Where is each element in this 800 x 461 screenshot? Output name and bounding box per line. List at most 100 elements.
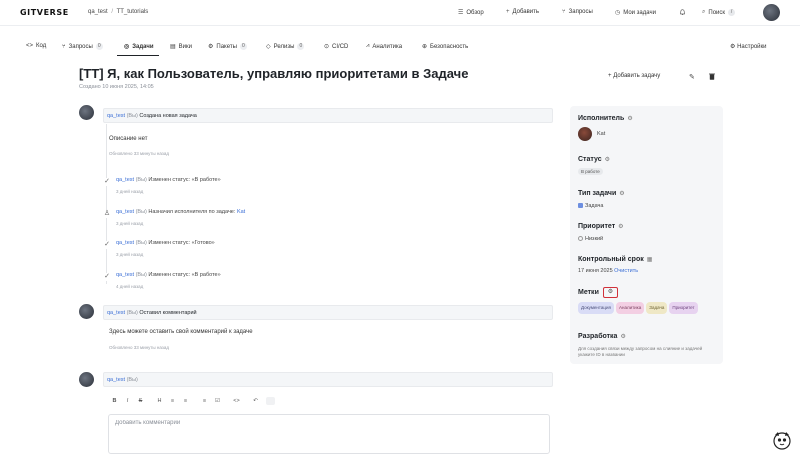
bell-icon <box>679 9 686 18</box>
tab-releases[interactable]: ◇ Релизы 0 <box>266 43 305 50</box>
nav-requests[interactable]: ⑂ Запросы <box>562 9 593 15</box>
nav-search[interactable]: ⌕ Поиск / <box>702 9 736 16</box>
assignee-value[interactable]: Kat <box>597 131 605 137</box>
event-time: 3 дней назад <box>116 221 144 226</box>
deadline-date[interactable]: 17 июня 2025 <box>578 268 613 274</box>
nav-add-label: Добавить <box>512 9 540 15</box>
checklist-button[interactable]: ☑ <box>211 398 224 404</box>
add-task-button[interactable]: + Добавить задачу <box>608 73 660 79</box>
check-icon: ✓ <box>103 178 111 186</box>
gear-icon[interactable]: ⚙ <box>605 157 610 163</box>
deadline-label-text: Контрольный срок <box>578 256 644 263</box>
italic-button[interactable]: I <box>121 398 134 404</box>
user-avatar[interactable] <box>763 4 780 21</box>
gear-icon[interactable]: ⚙ <box>618 224 623 230</box>
avatar[interactable] <box>79 105 94 120</box>
plus-icon: + <box>506 9 510 15</box>
comment-input[interactable] <box>115 420 535 426</box>
tab-analytics[interactable]: ⩘ Аналитика <box>366 43 402 50</box>
event-time: 3 дней назад <box>116 189 144 194</box>
heading-button[interactable]: H <box>153 398 166 404</box>
bold-button[interactable]: B <box>108 398 121 404</box>
gear-icon[interactable]: ⚙ <box>627 116 632 122</box>
tab-code[interactable]: <> Код <box>26 43 46 49</box>
comment-author-role: (Вы) <box>126 377 138 383</box>
avatar[interactable] <box>79 304 94 319</box>
status-value[interactable]: В работе <box>578 168 605 175</box>
priority-value[interactable]: Низкий <box>578 236 603 242</box>
priority-circle-icon <box>578 236 583 242</box>
settings-link[interactable]: ⚙ Настройки <box>730 43 766 50</box>
status-label-text: Статус <box>578 156 602 163</box>
tag-pill[interactable]: Документация <box>578 302 614 314</box>
edit-icon[interactable]: ✎ <box>689 73 695 81</box>
search-shortcut-badge: / <box>728 9 736 16</box>
gear-icon[interactable]: ⚙ <box>619 191 624 197</box>
assignee-avatar <box>578 127 592 141</box>
event-author[interactable]: qa_test <box>116 209 134 215</box>
timeline-event: qa_test (Вы) Изменен статус: «Готово» <box>116 240 215 246</box>
event-time: 4 дней назад <box>116 284 144 289</box>
deadline-value: 17 июня 2025 Очистить <box>578 268 638 274</box>
numbered-list-button[interactable]: ≡ <box>179 398 192 404</box>
tab-tasks[interactable]: ◎ Задачи <box>124 43 154 51</box>
avatar[interactable] <box>79 372 94 387</box>
breadcrumb-owner[interactable]: qa_test <box>88 9 108 15</box>
tab-packages-label: Пакеты <box>216 43 237 50</box>
tab-security-label: Безопасность <box>430 43 469 50</box>
tab-cicd[interactable]: ⊙ CI/CD <box>324 43 348 51</box>
pull-request-icon: ⑂ <box>562 9 566 15</box>
event-author-role: (Вы) <box>135 177 147 183</box>
nav-requests-label: Запросы <box>568 9 593 15</box>
tags-label-text: Метки <box>578 289 599 296</box>
assignee-label: Исполнитель ⚙ <box>578 115 633 122</box>
calendar-icon[interactable]: ▦ <box>647 257 653 263</box>
event-text: Изменен статус: «В работе» <box>148 177 221 183</box>
redo-button[interactable] <box>266 397 275 405</box>
tab-requests[interactable]: ⑂ Запросы 0 <box>62 43 103 50</box>
status-badge: В работе <box>578 168 603 175</box>
breadcrumb: qa_test / TT_tutorials <box>88 9 148 15</box>
gitverse-logo[interactable]: GITVERSE <box>20 8 69 17</box>
list-icon: ☰ <box>458 10 464 16</box>
nav-notifications[interactable] <box>679 9 686 18</box>
tag-pill[interactable]: Приоритет <box>669 302 698 314</box>
code-button[interactable]: <> <box>230 398 243 404</box>
top-bar: GITVERSE qa_test / TT_tutorials ☰ Обзор … <box>0 0 800 26</box>
gear-icon[interactable]: ⚙ <box>620 334 625 340</box>
tab-packages[interactable]: ⚙ Пакеты 0 <box>208 43 247 50</box>
new-comment-header: qa_test (Вы) <box>103 372 553 387</box>
nav-overview[interactable]: ☰ Обзор <box>458 9 484 17</box>
delete-icon[interactable] <box>709 73 715 82</box>
tag-pill[interactable]: Аналитика <box>615 302 645 314</box>
event-author[interactable]: qa_test <box>116 240 134 246</box>
bullet-list-button[interactable]: ≡ <box>166 398 179 404</box>
nav-my-tasks[interactable]: ◷ Мои задачи <box>615 9 656 17</box>
package-icon: ⚙ <box>208 44 214 50</box>
event-author[interactable]: qa_test <box>116 177 134 183</box>
settings-label: Настройки <box>737 44 767 50</box>
tab-wiki[interactable]: ▤ Вики <box>170 43 192 51</box>
comment-editor[interactable] <box>108 414 550 454</box>
task-type-value[interactable]: Задача <box>578 203 603 209</box>
event-author[interactable]: qa_test <box>116 272 134 278</box>
gear-icon[interactable]: ⚙ <box>603 287 618 298</box>
quote-button[interactable]: ≡ <box>198 398 211 404</box>
comment-author[interactable]: qa_test <box>107 377 125 383</box>
issue-created-date: Создано 10 июня 2025, 14:05 <box>79 84 154 90</box>
tab-requests-label: Запросы <box>68 43 93 50</box>
mascot-logo-icon[interactable] <box>772 430 792 450</box>
tag-pill[interactable]: Задача <box>646 302 668 314</box>
event-target-user[interactable]: Kat <box>237 209 245 215</box>
clear-deadline-link[interactable]: Очистить <box>614 268 638 274</box>
tab-security[interactable]: ⊕ Безопасность <box>422 43 469 51</box>
comment-author[interactable]: qa_test <box>107 113 125 119</box>
undo-button[interactable]: ↶ <box>249 398 262 404</box>
strikethrough-button[interactable]: S <box>134 398 147 404</box>
nav-my-tasks-label: Мои задачи <box>623 9 656 16</box>
code-icon: <> <box>26 43 34 49</box>
breadcrumb-repo[interactable]: TT_tutorials <box>117 9 149 15</box>
comment-header: qa_test (Вы) Оставил комментарий ⋮ <box>103 305 652 320</box>
nav-add[interactable]: + Добавить <box>506 9 539 15</box>
comment-author[interactable]: qa_test <box>107 310 125 316</box>
